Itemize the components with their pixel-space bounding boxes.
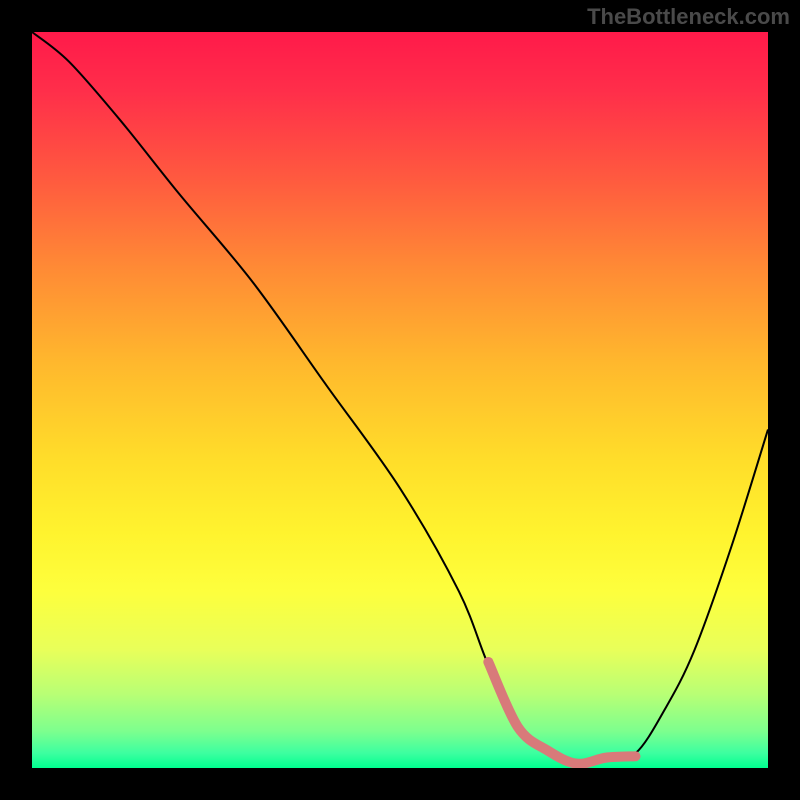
highlight-segment: [488, 662, 635, 764]
watermark-text: TheBottleneck.com: [587, 4, 790, 30]
curve-layer: [32, 32, 768, 768]
bottleneck-curve: [32, 32, 768, 762]
plot-area: [32, 32, 768, 768]
chart-container: TheBottleneck.com: [0, 0, 800, 800]
